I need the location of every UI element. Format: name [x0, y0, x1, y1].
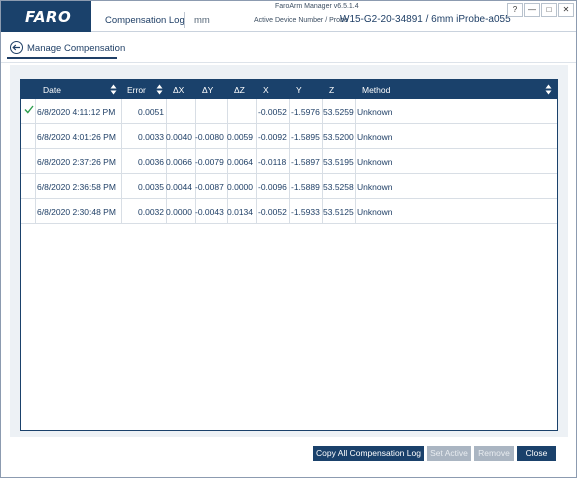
- device-value: W15-G2-20-34891 / 6mm iProbe-a055: [340, 14, 511, 25]
- main-area: Date Error ΔX ΔY ΔZ X Y Z Method 6/8/202…: [10, 65, 568, 437]
- faro-logo: FARO: [25, 8, 72, 26]
- cell-z: 53.5258: [323, 182, 354, 192]
- cell-date: 6/8/2020 2:30:48 PM: [37, 207, 116, 217]
- cell-delta-x: 0.0040: [166, 132, 192, 142]
- cell-x: -0.0052: [258, 107, 287, 117]
- maximize-button[interactable]: □: [541, 3, 557, 17]
- app-window: FARO Compensation Log mm FaroArm Manager…: [0, 0, 577, 478]
- table-row[interactable]: 6/8/2020 4:01:26 PM 0.0033 0.0040 -0.008…: [21, 124, 557, 149]
- cell-x: -0.0052: [258, 207, 287, 217]
- cell-method: Unknown: [357, 182, 393, 192]
- column-y[interactable]: Y: [296, 85, 302, 95]
- set-active-button[interactable]: Set Active: [427, 446, 471, 461]
- module-title: Compensation Log: [105, 15, 185, 26]
- column-delta-y[interactable]: ΔY: [202, 85, 213, 95]
- cell-delta-z: 0.0064: [227, 157, 253, 167]
- cell-delta-x: 0.0044: [166, 182, 192, 192]
- cell-date: 6/8/2020 2:37:26 PM: [37, 157, 116, 167]
- cell-y: -1.5895: [291, 132, 320, 142]
- compensation-table: Date Error ΔX ΔY ΔZ X Y Z Method 6/8/202…: [20, 79, 558, 431]
- close-window-button[interactable]: ✕: [558, 3, 574, 17]
- cell-delta-y: -0.0043: [195, 207, 224, 217]
- cell-date: 6/8/2020 4:11:12 PM: [37, 107, 116, 117]
- table-row[interactable]: 6/8/2020 2:30:48 PM 0.0032 0.0000 -0.004…: [21, 199, 557, 224]
- title-bar: FARO Compensation Log mm FaroArm Manager…: [1, 1, 576, 32]
- device-label: Active Device Number / Probe: [254, 17, 348, 24]
- column-error[interactable]: Error: [127, 85, 146, 95]
- cell-method: Unknown: [357, 207, 393, 217]
- cell-delta-y: -0.0079: [195, 157, 224, 167]
- help-button[interactable]: ?: [507, 3, 523, 17]
- cell-delta-y: -0.0087: [195, 182, 224, 192]
- cell-delta-z: 0.0000: [227, 182, 253, 192]
- cell-method: Unknown: [357, 107, 393, 117]
- units-indicator: mm: [194, 15, 210, 26]
- cell-delta-y: -0.0080: [195, 132, 224, 142]
- column-delta-z[interactable]: ΔZ: [234, 85, 245, 95]
- sort-method-icon[interactable]: [545, 84, 552, 95]
- title-divider: [184, 12, 185, 28]
- cell-error: 0.0032: [138, 207, 164, 217]
- back-arrow-circle-icon[interactable]: [10, 41, 23, 54]
- cell-z: 53.5200: [323, 132, 354, 142]
- close-button[interactable]: Close: [517, 446, 556, 461]
- cell-delta-x: 0.0000: [166, 207, 192, 217]
- cell-delta-x: 0.0066: [166, 157, 192, 167]
- cell-delta-z: 0.0134: [227, 207, 253, 217]
- column-method[interactable]: Method: [362, 85, 390, 95]
- column-z[interactable]: Z: [329, 85, 334, 95]
- column-delta-x[interactable]: ΔX: [173, 85, 184, 95]
- cell-date: 6/8/2020 2:36:58 PM: [37, 182, 116, 192]
- manage-compensation-tab[interactable]: Manage Compensation: [27, 43, 125, 54]
- cell-z: 53.5195: [323, 157, 354, 167]
- cell-y: -1.5933: [291, 207, 320, 217]
- cell-z: 53.5125: [323, 207, 354, 217]
- table-row[interactable]: 6/8/2020 4:11:12 PM 0.0051 -0.0052 -1.59…: [21, 99, 557, 124]
- cell-error: 0.0036: [138, 157, 164, 167]
- cell-method: Unknown: [357, 157, 393, 167]
- sort-date-icon[interactable]: [110, 84, 117, 95]
- cell-delta-z: 0.0059: [227, 132, 253, 142]
- copy-all-compensation-log-button[interactable]: Copy All Compensation Log: [313, 446, 424, 461]
- cell-date: 6/8/2020 4:01:26 PM: [37, 132, 116, 142]
- footer: Copy All Compensation Log Set Active Rem…: [1, 438, 576, 477]
- check-icon: [24, 105, 34, 114]
- app-version: FaroArm Manager v6.5.1.4: [275, 3, 359, 10]
- cell-y: -1.5889: [291, 182, 320, 192]
- cell-error: 0.0051: [138, 107, 164, 117]
- cell-y: -1.5897: [291, 157, 320, 167]
- table-header: Date Error ΔX ΔY ΔZ X Y Z Method: [21, 80, 557, 99]
- cell-y: -1.5976: [291, 107, 320, 117]
- cell-error: 0.0033: [138, 132, 164, 142]
- cell-x: -0.0092: [258, 132, 287, 142]
- minimize-button[interactable]: —: [524, 3, 540, 17]
- logo-block: FARO: [1, 1, 91, 32]
- cell-z: 53.5259: [323, 107, 354, 117]
- cell-method: Unknown: [357, 132, 393, 142]
- table-row[interactable]: 6/8/2020 2:37:26 PM 0.0036 0.0066 -0.007…: [21, 149, 557, 174]
- cell-x: -0.0096: [258, 182, 287, 192]
- cell-x: -0.0118: [258, 157, 287, 167]
- sort-error-icon[interactable]: [156, 84, 163, 95]
- sub-header: Manage Compensation: [1, 33, 576, 63]
- column-x[interactable]: X: [263, 85, 269, 95]
- table-row[interactable]: 6/8/2020 2:36:58 PM 0.0035 0.0044 -0.008…: [21, 174, 557, 199]
- cell-error: 0.0035: [138, 182, 164, 192]
- tab-underline: [7, 57, 117, 59]
- column-date[interactable]: Date: [43, 85, 61, 95]
- remove-button[interactable]: Remove: [474, 446, 514, 461]
